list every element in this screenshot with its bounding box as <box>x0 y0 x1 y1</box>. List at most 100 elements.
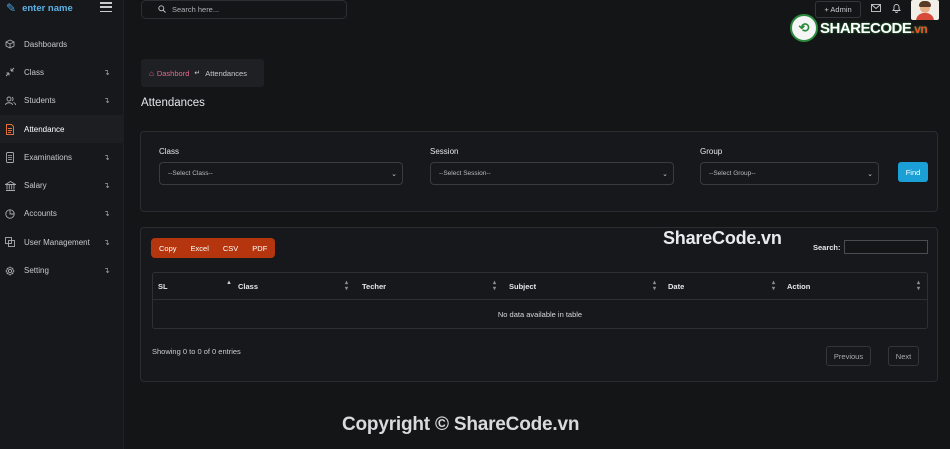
excel-button[interactable]: Excel <box>184 238 216 258</box>
copy-button[interactable]: Copy <box>151 238 184 258</box>
session-select[interactable]: --Select Session-- ⌄ <box>430 162 674 185</box>
shrink-icon <box>4 66 16 78</box>
sidebar-item-salary[interactable]: Salary ↴ <box>0 171 124 199</box>
breadcrumb-home-link[interactable]: Dashbord <box>157 69 190 78</box>
sidebar-item-label: Examinations <box>24 152 73 162</box>
submenu-arrow-icon: ↴ <box>103 181 110 191</box>
filter-card: Class --Select Class-- ⌄ Session --Selec… <box>140 131 938 212</box>
submenu-arrow-icon: ↴ <box>103 266 110 276</box>
group-label: Group <box>700 147 723 156</box>
column-label: Action <box>787 282 811 291</box>
sidebar-item-label: Accounts <box>24 209 57 219</box>
home-icon[interactable]: ⌂ <box>149 69 154 78</box>
sort-icon: ▴ ▾ <box>772 280 776 292</box>
search-icon <box>158 5 166 15</box>
users-icon <box>4 95 16 107</box>
breadcrumb-separator: ↵ <box>194 70 201 77</box>
submenu-arrow-icon: ↴ <box>103 237 110 247</box>
column-label: Techer <box>362 282 387 291</box>
export-button-group: Copy Excel CSV PDF <box>151 238 276 258</box>
next-button[interactable]: Next <box>888 346 919 366</box>
breadcrumb-current: Attendances <box>205 68 247 78</box>
cube-icon <box>4 38 16 50</box>
sidebar-item-examinations[interactable]: Examinations ↴ <box>0 143 124 171</box>
column-header-techer[interactable]: Techer ▴ ▾ <box>362 273 504 300</box>
sidebar-item-students[interactable]: Students ↴ <box>0 87 124 115</box>
chevron-down-icon: ⌄ <box>391 171 397 178</box>
menu-toggle-icon[interactable] <box>100 2 112 12</box>
watermark-text: ShareCode.vn <box>663 228 782 248</box>
pie-chart-icon <box>4 208 16 220</box>
sidebar-item-dashboards[interactable]: Dashboards <box>0 30 124 58</box>
sidebar-item-label: Salary <box>24 181 47 191</box>
sidebar-item-label: Class <box>24 67 45 77</box>
class-select-value: --Select Class-- <box>168 170 213 177</box>
column-header-sl[interactable]: SL ▲ <box>158 273 233 300</box>
column-label: Class <box>238 282 259 291</box>
page-title: Attendances <box>141 97 205 109</box>
brand-name: enter name <box>22 2 73 14</box>
session-label: Session <box>430 147 459 156</box>
sidebar-item-label: User Management <box>24 237 90 247</box>
chevron-down-icon: ⌄ <box>867 171 873 178</box>
logo-text: SHARECODE <box>820 19 912 37</box>
column-header-class[interactable]: Class ▴ ▾ <box>238 273 356 300</box>
session-select-value: --Select Session-- <box>439 170 491 177</box>
sidebar-item-attendance[interactable]: Attendance <box>0 114 124 144</box>
column-label: SL <box>158 282 168 291</box>
sort-icon: ▴ ▾ <box>917 280 921 292</box>
sort-icon: ▴ ▾ <box>653 280 657 292</box>
sidebar-item-accounts[interactable]: Accounts ↴ <box>0 200 124 228</box>
class-select[interactable]: --Select Class-- ⌄ <box>159 162 403 185</box>
pen-logo-icon: ✎ <box>6 1 17 15</box>
sort-icon: ▴ ▾ <box>493 280 497 292</box>
table-header: SL ▲ Class ▴ ▾ Techer ▴ ▾ Subject ▴ ▾ Date … <box>153 273 927 300</box>
table-search: Search: <box>813 240 928 254</box>
group-select-value: --Select Group-- <box>709 170 756 177</box>
table-info: Showing 0 to 0 of 0 entries <box>152 347 241 356</box>
logo-domain: .vn <box>911 21 928 36</box>
mail-icon[interactable] <box>871 4 881 14</box>
brand[interactable]: ✎ enter name <box>6 0 73 16</box>
sidebar-item-class[interactable]: Class ↴ <box>0 58 124 86</box>
search-input[interactable] <box>172 5 332 14</box>
sidebar-item-label: Dashboards <box>24 39 68 49</box>
column-label: Subject <box>509 282 537 291</box>
column-header-action[interactable]: Action ▴ ▾ <box>787 273 927 300</box>
table-empty-row: No data available in table <box>497 310 583 319</box>
submenu-arrow-icon: ↴ <box>103 209 110 219</box>
sidebar-item-label: Students <box>24 96 56 106</box>
chevron-down-icon: ⌄ <box>662 171 668 178</box>
csv-button[interactable]: CSV <box>216 238 245 258</box>
bank-icon <box>4 180 16 192</box>
sort-icon: ▴ ▾ <box>345 280 349 292</box>
copy-icon <box>4 236 16 248</box>
global-search[interactable] <box>141 0 347 19</box>
table-search-input[interactable] <box>843 240 928 254</box>
sidebar-item-label: Attendance <box>24 124 65 134</box>
group-select[interactable]: --Select Group-- ⌄ <box>700 162 879 185</box>
file-icon <box>4 151 16 163</box>
breadcrumb: ⌂ Dashbord ↵ Attendances <box>141 59 264 87</box>
sidebar-item-label: Setting <box>24 266 49 276</box>
previous-button[interactable]: Previous <box>826 346 871 366</box>
column-header-subject[interactable]: Subject ▴ ▾ <box>509 273 663 300</box>
column-header-date[interactable]: Date ▴ ▾ <box>668 273 781 300</box>
submenu-arrow-icon: ↴ <box>103 152 110 162</box>
column-label: Date <box>668 282 685 291</box>
sidebar-nav: Dashboards Class ↴ Students ↴ Attendance <box>0 30 124 285</box>
document-icon <box>4 123 16 135</box>
submenu-arrow-icon: ↴ <box>103 96 110 106</box>
table-card: Copy Excel CSV PDF Search: SL ▲ Class ▴ ▾… <box>140 227 938 382</box>
table-search-label: Search: <box>813 242 841 252</box>
find-button[interactable]: Find <box>898 162 928 182</box>
sharecode-logo: ⟲ SHARECODE.vn <box>790 14 928 42</box>
attendance-table: SL ▲ Class ▴ ▾ Techer ▴ ▾ Subject ▴ ▾ Date … <box>152 272 928 329</box>
pdf-button[interactable]: PDF <box>245 238 275 258</box>
sidebar-item-setting[interactable]: Setting ↴ <box>0 256 124 284</box>
sidebar-item-user-management[interactable]: User Management ↴ <box>0 228 124 256</box>
sidebar: ✎ enter name Dashboards Class ↴ Students… <box>0 0 124 449</box>
sharecode-logo-icon: ⟲ <box>790 14 818 42</box>
copyright-text: Copyright © ShareCode.vn <box>342 414 580 435</box>
submenu-arrow-icon: ↴ <box>103 67 110 77</box>
